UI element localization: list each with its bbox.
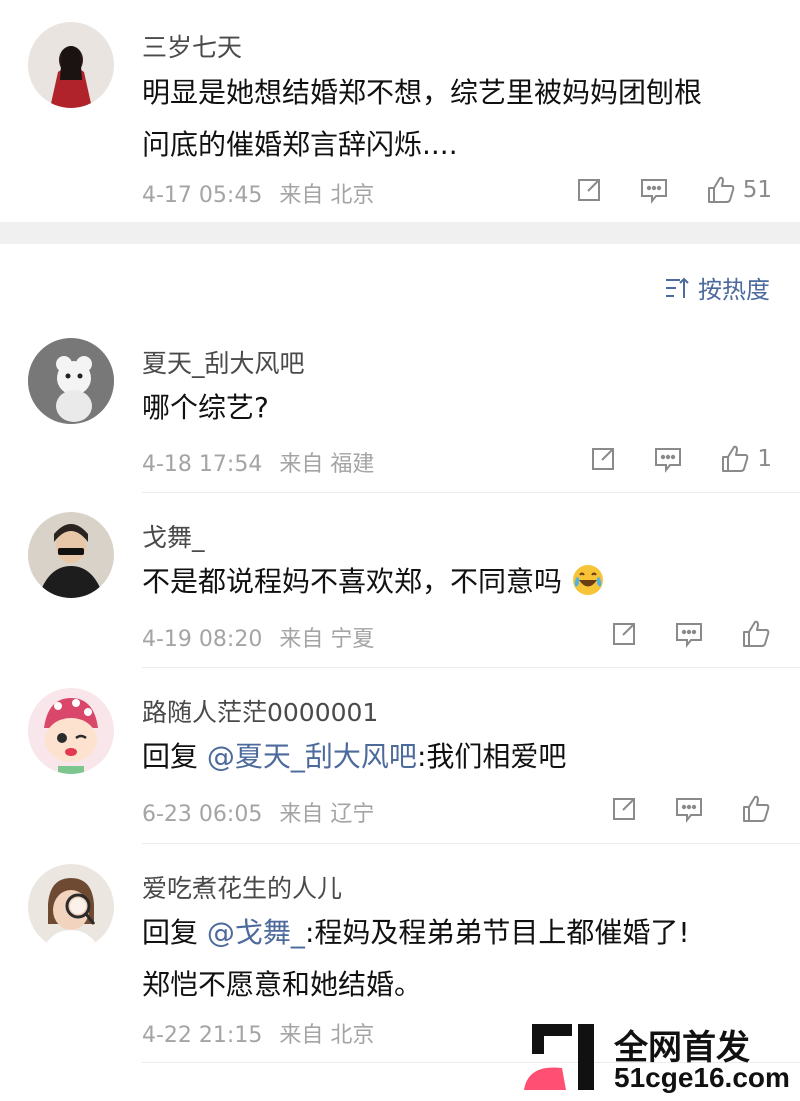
repost-button[interactable] [610,620,638,648]
comment-actions [574,614,772,654]
comment-actions: 1 [553,439,772,479]
location: 辽宁 [330,802,375,827]
avatar[interactable] [28,688,114,774]
comment-meta: 4-18 17:54 来自 福建 [142,446,374,478]
source-label: 来自 [279,802,324,827]
thumbs-up-icon [722,445,749,472]
laugh-cry-emoji [572,565,603,595]
repost-icon [577,179,600,201]
reply-text: :程妈及程弟弟节目上都催婚了! [304,916,690,949]
reply-prefix: 回复 [142,740,199,773]
username[interactable]: 戈舞_ [142,518,205,554]
thumbs-up-icon [743,795,770,822]
sort-label: 按热度 [698,276,770,304]
comment-button[interactable] [653,445,683,473]
repost-button[interactable] [610,795,638,823]
divider [142,667,800,668]
mention-link[interactable]: @夏天_刮大风吧 [207,740,417,773]
username[interactable]: 爱吃煮花生的人儿 [142,869,342,905]
thumbs-up-icon [743,620,770,647]
divider [142,843,800,844]
comment-line: 不是都说程妈不喜欢郑，不同意吗 [142,565,563,598]
sort-icon [666,277,689,298]
watermark: 全网首发 51cge16.com [522,1018,792,1094]
comment-button[interactable] [674,795,704,823]
watermark-logo-icon [524,1024,594,1090]
avatar[interactable] [28,864,114,950]
timestamp: 4-18 17:54 [142,452,263,477]
source-label: 来自 [279,1023,324,1048]
comment-line: 回复 @戈舞_:程妈及程弟弟节目上都催婚了! [142,910,690,956]
comment-text: 回复 @夏天_刮大风吧:我们相爱吧 [142,734,566,780]
section-separator [0,222,800,244]
avatar[interactable] [28,512,114,598]
username[interactable]: 路随人茫茫0000001 [142,693,378,729]
username[interactable]: 夏天_刮大风吧 [142,344,305,380]
timestamp: 4-19 08:20 [142,627,263,652]
comment-icon [676,798,702,823]
comment-meta: 6-23 06:05 来自 辽宁 [142,796,374,828]
timestamp: 4-22 21:15 [142,1023,263,1048]
comment-meta: 4-19 08:20 来自 宁夏 [142,621,374,653]
repost-button[interactable] [589,445,617,473]
comment-line: 明显是她想结婚郑不想，综艺里被妈妈团刨根 [142,76,703,109]
comment-button[interactable] [639,176,669,204]
location: 北京 [330,1023,375,1048]
location: 福建 [330,452,375,477]
comment-text: 哪个综艺? [142,385,269,431]
comment-line: 哪个综艺? [142,391,269,424]
like-button[interactable] [740,793,772,825]
avatar[interactable] [28,22,114,108]
timestamp: 4-17 05:45 [142,183,263,208]
repost-icon [613,798,635,820]
comment-line: 问底的催婚郑言辞闪烁.... [142,128,458,161]
like-count: 51 [742,177,772,203]
avatar[interactable] [28,338,114,424]
thumbs-up-icon [707,176,735,203]
comment-meta: 4-22 21:15 来自 北京 [142,1017,374,1049]
reply-prefix: 回复 [142,916,199,949]
like-button[interactable]: 1 [719,443,772,475]
repost-icon [592,448,615,470]
reply-text: :我们相爱吧 [416,740,567,773]
source-label: 来自 [279,627,324,652]
mention-link[interactable]: @戈舞_ [207,916,305,949]
source-label: 来自 [279,452,324,477]
comment-button[interactable] [674,620,704,648]
comment-icon [676,623,702,648]
divider [142,492,800,493]
comment-line: 郑恺不愿意和她结婚。 [142,968,423,1001]
location: 宁夏 [330,627,375,652]
comment-text: 回复 @戈舞_:程妈及程弟弟节目上都催婚了! 郑恺不愿意和她结婚。 [142,910,690,1008]
comment-actions [574,789,772,829]
comment-actions: 51 [539,170,772,210]
comment-icon [655,448,682,473]
comment-meta: 4-17 05:45 来自 北京 [142,177,374,209]
source-label: 来自 [279,183,324,208]
like-button[interactable] [740,618,772,650]
repost-button[interactable] [575,176,603,204]
like-count: 1 [757,446,772,472]
timestamp: 6-23 06:05 [142,802,263,827]
comment-text: 明显是她想结婚郑不想，综艺里被妈妈团刨根 问底的催婚郑言辞闪烁.... [142,70,702,168]
comment-icon [640,179,667,204]
location: 北京 [330,183,375,208]
comment-text: 不是都说程妈不喜欢郑，不同意吗 [142,559,605,605]
like-button[interactable]: 51 [705,174,772,206]
username[interactable]: 三岁七天 [142,28,242,64]
repost-icon [613,623,635,645]
watermark-domain: 51cge16.com [614,1062,790,1093]
sort-toggle[interactable]: 按热度 [664,270,770,305]
